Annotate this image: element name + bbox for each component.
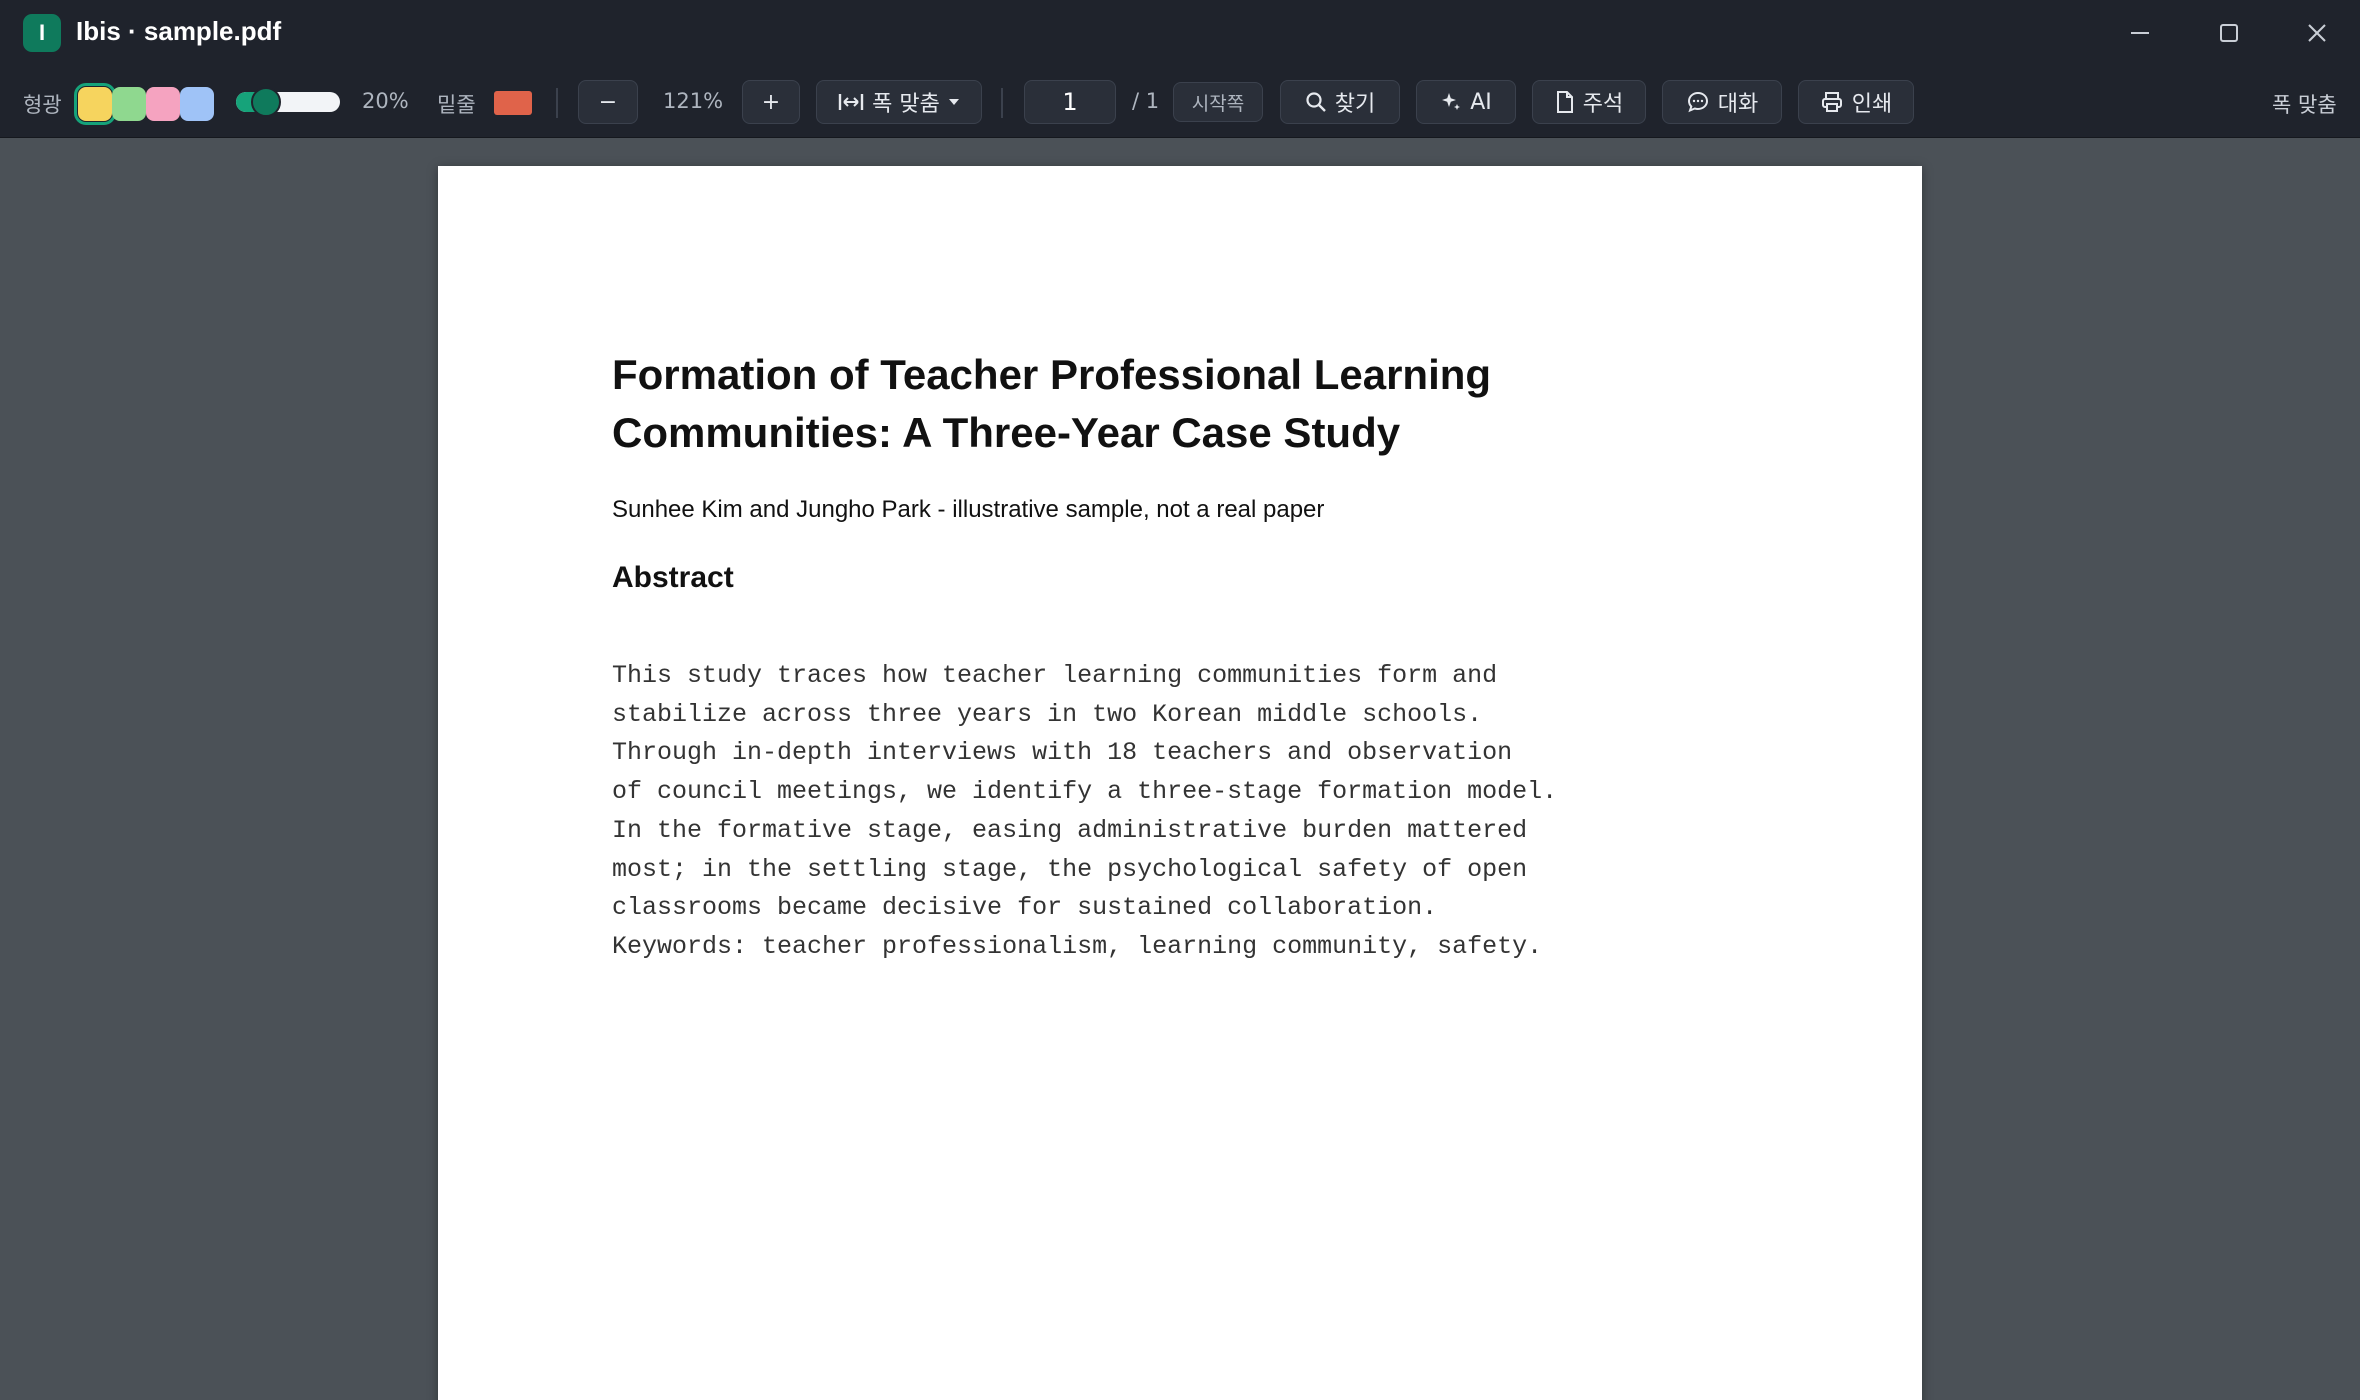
paper-title: Formation of Teacher Professional Learni… [612, 346, 1612, 462]
abstract-line: classrooms became decisive for sustained… [612, 893, 1438, 923]
fit-width-label: 폭 맞춤 [872, 92, 940, 117]
highlight-color-green[interactable] [112, 87, 146, 121]
highlight-label: 형광 [23, 93, 62, 117]
chevron-down-icon [948, 99, 959, 105]
pdf-viewer-app: I Ibis · sample.pdf 형광 20% 밑줄 − 121% + 폭… [0, 0, 2360, 1400]
paper-authors: Sunhee Kim and Jungho Park - illustrativ… [612, 496, 1325, 523]
search-icon [1306, 92, 1326, 112]
abstract-line: of council meetings, we identify a three… [612, 777, 1558, 807]
page-total: / 1 [1132, 89, 1160, 113]
chat-button[interactable]: 대화 [1662, 80, 1782, 124]
close-button[interactable] [2297, 13, 2337, 53]
zoom-level: 121% [663, 89, 724, 113]
ai-label: AI [1470, 89, 1492, 115]
highlight-color-blue[interactable] [180, 87, 214, 121]
close-icon [2308, 24, 2326, 42]
sparkle-icon [1442, 93, 1461, 110]
first-page-label: 시작쪽 [1191, 92, 1245, 115]
print-button[interactable]: 인쇄 [1798, 80, 1914, 124]
zoom-out-button[interactable]: − [578, 80, 638, 124]
annotations-button[interactable]: 주석 [1532, 80, 1646, 124]
maximize-button[interactable] [2209, 13, 2249, 53]
window-title: Ibis · sample.pdf [76, 16, 282, 46]
abstract-line: stabilize across three years in two Kore… [612, 699, 1483, 729]
pdf-page: Formation of Teacher Professional Learni… [438, 166, 1922, 1400]
underline-color-swatch[interactable] [494, 91, 532, 115]
zoom-out-label: − [598, 89, 618, 115]
opacity-slider[interactable] [236, 87, 340, 117]
find-label: 찾기 [1334, 92, 1376, 117]
toolbar: 형광 20% 밑줄 − 121% + 폭 맞춤 1 / 1 시작쪽 찾기 AI … [0, 66, 2360, 138]
document-viewer[interactable]: Formation of Teacher Professional Learni… [0, 138, 2360, 1400]
opacity-value: 20% [362, 89, 409, 113]
printer-icon [1821, 92, 1842, 112]
abstract-line: Through in-depth interviews with 18 teac… [612, 738, 1513, 768]
minimize-icon [2131, 32, 2149, 34]
underline-label: 밑줄 [437, 93, 476, 117]
toolbar-divider [1001, 88, 1003, 118]
document-icon [1556, 91, 1573, 113]
find-button[interactable]: 찾기 [1280, 80, 1400, 124]
abstract-heading: Abstract [612, 561, 734, 594]
paper-title-line-1: Formation of Teacher Professional Learni… [612, 351, 1492, 398]
chat-bubble-icon [1687, 91, 1708, 113]
fit-width-dropdown[interactable]: 폭 맞춤 [816, 80, 982, 124]
abstract-line: most; in the settling stage, the psychol… [612, 854, 1528, 884]
paper-title-line-2: Communities: A Three-Year Case Study [612, 409, 1401, 456]
chat-label: 대화 [1717, 92, 1759, 117]
title-bar: I Ibis · sample.pdf [0, 0, 2360, 66]
minimize-button[interactable] [2120, 13, 2160, 53]
app-logo: I [23, 14, 61, 52]
toolbar-divider [556, 88, 558, 118]
zoom-in-button[interactable]: + [742, 80, 800, 124]
abstract-line: This study traces how teacher learning c… [612, 661, 1498, 690]
abstract-line: Keywords: teacher professionalism, learn… [612, 931, 1543, 961]
ai-button[interactable]: AI [1416, 80, 1516, 124]
annotations-label: 주석 [1582, 92, 1624, 117]
abstract-line: In the formative stage, easing administr… [612, 815, 1528, 845]
print-label: 인쇄 [1851, 92, 1893, 117]
zoom-in-label: + [761, 89, 781, 115]
page-number-input[interactable] [1024, 80, 1116, 124]
first-page-button[interactable]: 시작쪽 [1173, 82, 1263, 122]
fit-width-toggle[interactable]: 폭 맞춤 [2272, 89, 2337, 119]
maximize-icon [2220, 24, 2238, 42]
abstract-body: This study traces how teacher learning c… [612, 657, 1712, 967]
opacity-slider-thumb[interactable] [251, 87, 281, 117]
highlight-color-yellow[interactable] [74, 83, 116, 125]
highlight-color-pink[interactable] [146, 87, 180, 121]
fit-width-icon [838, 94, 864, 110]
